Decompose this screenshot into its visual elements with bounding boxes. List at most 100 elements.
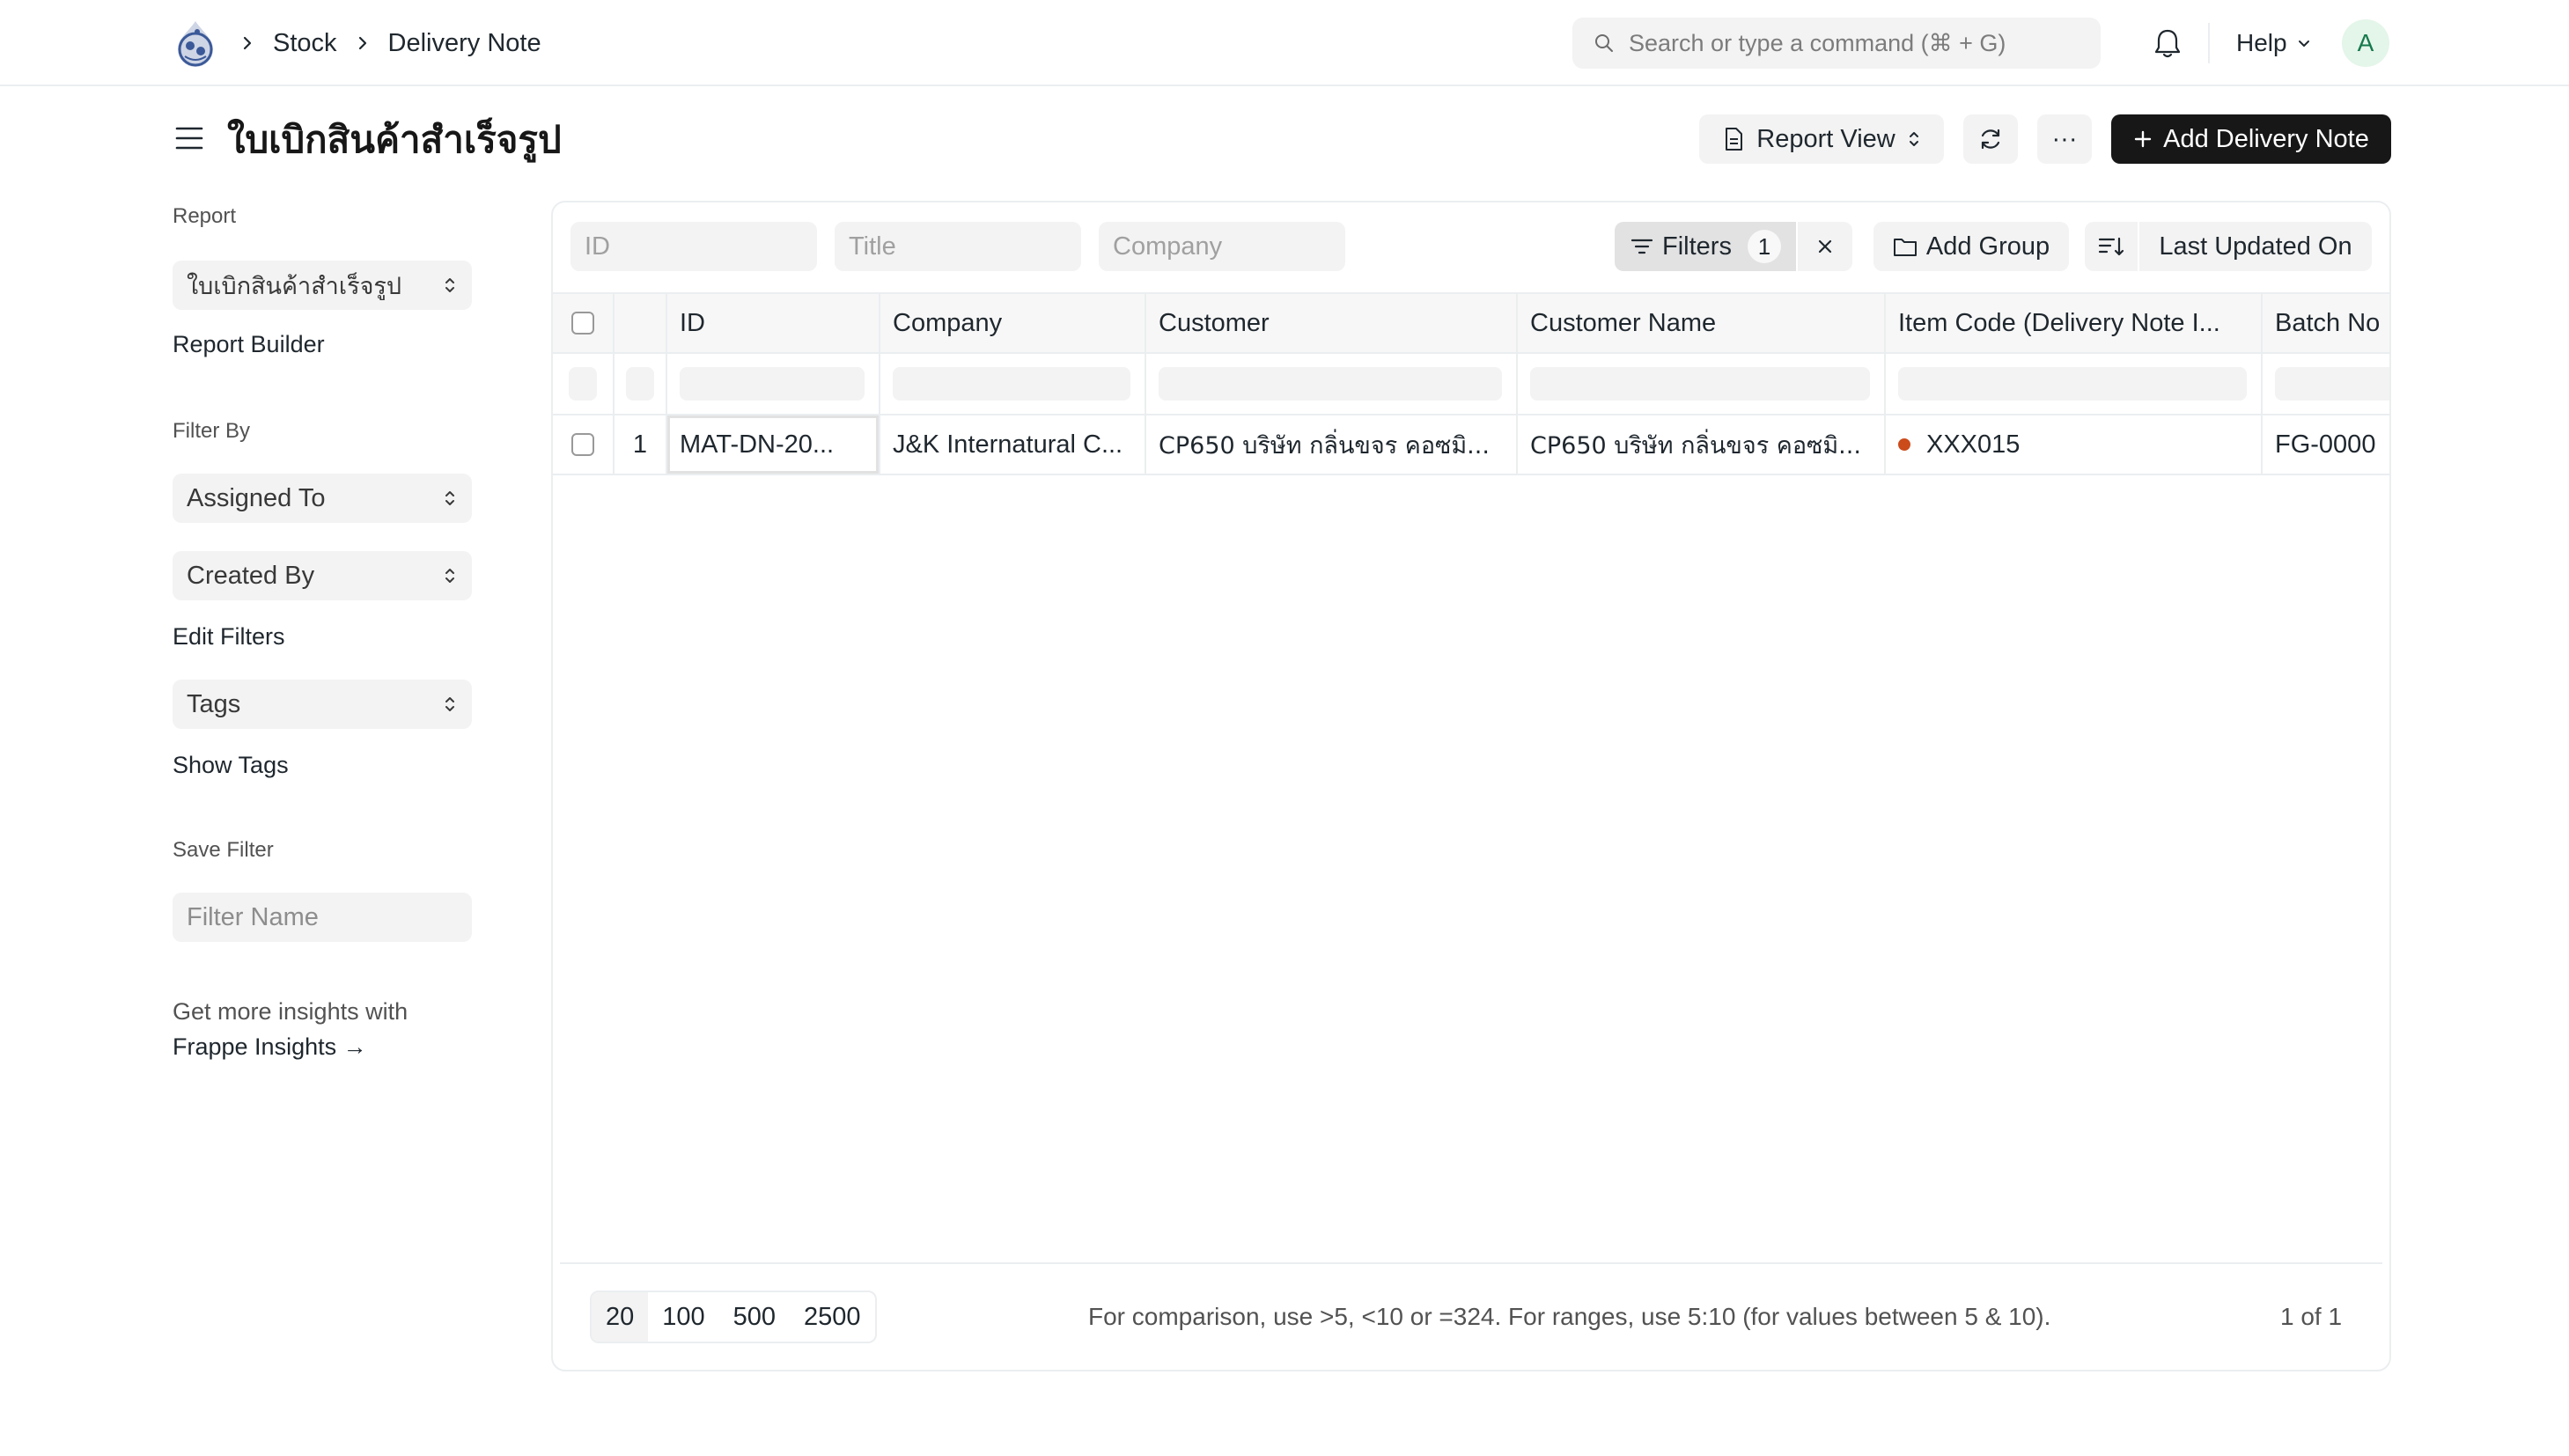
filter-cell-id[interactable] [667, 354, 880, 414]
column-filter-input[interactable] [1159, 367, 1502, 401]
created-by-select[interactable]: Created By [173, 551, 472, 600]
frappe-insights-link[interactable]: Frappe Insights → [173, 1033, 367, 1061]
sort-field-label: Last Updated On [2159, 232, 2352, 261]
column-filter-input[interactable] [1530, 367, 1870, 401]
search-bar[interactable] [1572, 18, 2101, 69]
header-row-number [615, 294, 667, 352]
chevron-right-icon [243, 36, 252, 50]
column-header-customer[interactable]: Customer [1146, 294, 1518, 352]
help-dropdown[interactable]: Help [2236, 0, 2312, 86]
cell-company[interactable]: J&K Internatural C... [880, 415, 1146, 474]
column-header-batch-no[interactable]: Batch No [2263, 294, 2389, 352]
more-options-button[interactable]: ··· [2037, 114, 2092, 164]
filters-label: Filters [1662, 232, 1732, 261]
add-delivery-note-button[interactable]: Add Delivery Note [2111, 114, 2391, 164]
cell-id[interactable]: MAT-DN-20... [667, 415, 880, 474]
show-tags-link[interactable]: Show Tags [173, 752, 289, 779]
page-title: ใบเบิกสินค้าสำเร็จรูป [227, 118, 562, 161]
row-checkbox[interactable] [571, 433, 594, 456]
navbar-divider [2208, 23, 2210, 63]
report-view-label: Report View [1756, 124, 1895, 153]
select-arrows-icon [445, 569, 454, 583]
edit-filters-link[interactable]: Edit Filters [173, 623, 285, 651]
search-input[interactable] [1629, 29, 2087, 57]
filter-placeholder [569, 367, 597, 401]
filter-icon [1630, 239, 1653, 254]
table-row[interactable]: 1 MAT-DN-20... J&K Internatural C... CP6… [553, 415, 2389, 475]
column-header-item-code[interactable]: Item Code (Delivery Note I... [1886, 294, 2263, 352]
help-label: Help [2236, 29, 2287, 56]
column-filter-input[interactable] [2275, 367, 2389, 401]
filters-button[interactable]: Filters 1 [1615, 222, 1796, 271]
cell-item-code[interactable]: XXX015 [1886, 415, 2263, 474]
select-arrows-icon [445, 697, 454, 711]
filter-cell-item-code[interactable] [1886, 354, 2263, 414]
app-logo-icon[interactable] [173, 18, 218, 69]
report-select[interactable]: ใบเบิกสินค้าสำเร็จรูป [173, 261, 472, 310]
select-all-checkbox[interactable] [571, 312, 594, 335]
folder-icon [1893, 239, 1917, 256]
filter-cell-customer-name[interactable] [1518, 354, 1886, 414]
breadcrumb-delivery-note[interactable]: Delivery Note [388, 29, 541, 58]
row-number: 1 [615, 415, 667, 474]
assigned-to-select[interactable]: Assigned To [173, 474, 472, 523]
page-size-100[interactable]: 100 [648, 1292, 718, 1342]
search-icon [1595, 34, 1613, 52]
navbar: Stock Delivery Note Help A [0, 0, 2569, 86]
filter-hint-text: For comparison, use >5, <10 or =324. For… [1088, 1303, 2051, 1330]
cell-item-code-value: XXX015 [1926, 430, 2021, 459]
filter-name-input[interactable] [173, 893, 472, 942]
sidebar-save-filter-label: Save Filter [173, 838, 274, 862]
sort-field-button[interactable]: Last Updated On [2139, 222, 2372, 271]
add-group-label: Add Group [1925, 232, 2050, 261]
clear-filters-button[interactable] [1798, 222, 1852, 271]
page-size-500[interactable]: 500 [719, 1292, 790, 1342]
company-filter-input[interactable] [1099, 222, 1345, 271]
insights-text: Get more insights with [173, 998, 409, 1025]
cell-customer[interactable]: CP650 บริษัท กลิ่นขจร คอซมิ... [1146, 415, 1518, 474]
column-header-id[interactable]: ID [667, 294, 880, 352]
page-size-2500[interactable]: 2500 [790, 1292, 875, 1342]
column-filter-input[interactable] [1898, 367, 2247, 401]
sidebar-toggle-icon[interactable] [174, 125, 204, 151]
add-delivery-note-label: Add Delivery Note [2163, 124, 2369, 153]
refresh-button[interactable] [1963, 114, 2018, 164]
filter-cell-batch-no[interactable] [2263, 354, 2389, 414]
chevron-down-icon [2298, 40, 2309, 47]
select-arrows-icon [445, 491, 454, 505]
column-filter-input[interactable] [893, 367, 1130, 401]
plus-icon [2134, 130, 2152, 148]
filter-cell-company[interactable] [880, 354, 1146, 414]
id-filter-input[interactable] [570, 222, 817, 271]
sidebar-report-label: Report [173, 204, 237, 228]
cell-batch-no[interactable]: FG-0000 [2263, 415, 2389, 474]
table-header-row: ID Company Customer Customer Name Item C… [553, 292, 2389, 354]
avatar[interactable]: A [2342, 19, 2389, 67]
footer-divider [560, 1262, 2382, 1264]
add-group-button[interactable]: Add Group [1873, 222, 2069, 271]
created-by-label: Created By [187, 561, 315, 590]
filter-cell-number [615, 354, 667, 414]
page-size-20[interactable]: 20 [592, 1292, 649, 1342]
status-dot-icon [1898, 438, 1910, 451]
filter-cell-checkbox [553, 354, 615, 414]
report-view-button[interactable]: Report View [1699, 114, 1944, 164]
close-icon [1818, 239, 1832, 254]
sort-direction-button[interactable] [2085, 222, 2138, 271]
bell-icon[interactable] [2152, 26, 2183, 60]
column-header-customer-name[interactable]: Customer Name [1518, 294, 1886, 352]
column-filter-input[interactable] [680, 367, 865, 401]
row-select-cell [553, 415, 615, 474]
cell-customer-name[interactable]: CP650 บริษัท กลิ่นขจร คอซมิ... [1518, 415, 1886, 474]
breadcrumb-stock[interactable]: Stock [273, 29, 337, 58]
report-builder-link[interactable]: Report Builder [173, 331, 325, 358]
filter-cell-customer[interactable] [1146, 354, 1518, 414]
filters-count-badge: 1 [1747, 230, 1781, 263]
title-filter-input[interactable] [835, 222, 1081, 271]
sidebar-filter-by-label: Filter By [173, 419, 251, 443]
column-header-company[interactable]: Company [880, 294, 1146, 352]
more-icon: ··· [2051, 124, 2078, 153]
tags-select[interactable]: Tags [173, 680, 472, 729]
select-all-cell [553, 294, 615, 352]
sort-icon [2098, 237, 2124, 256]
